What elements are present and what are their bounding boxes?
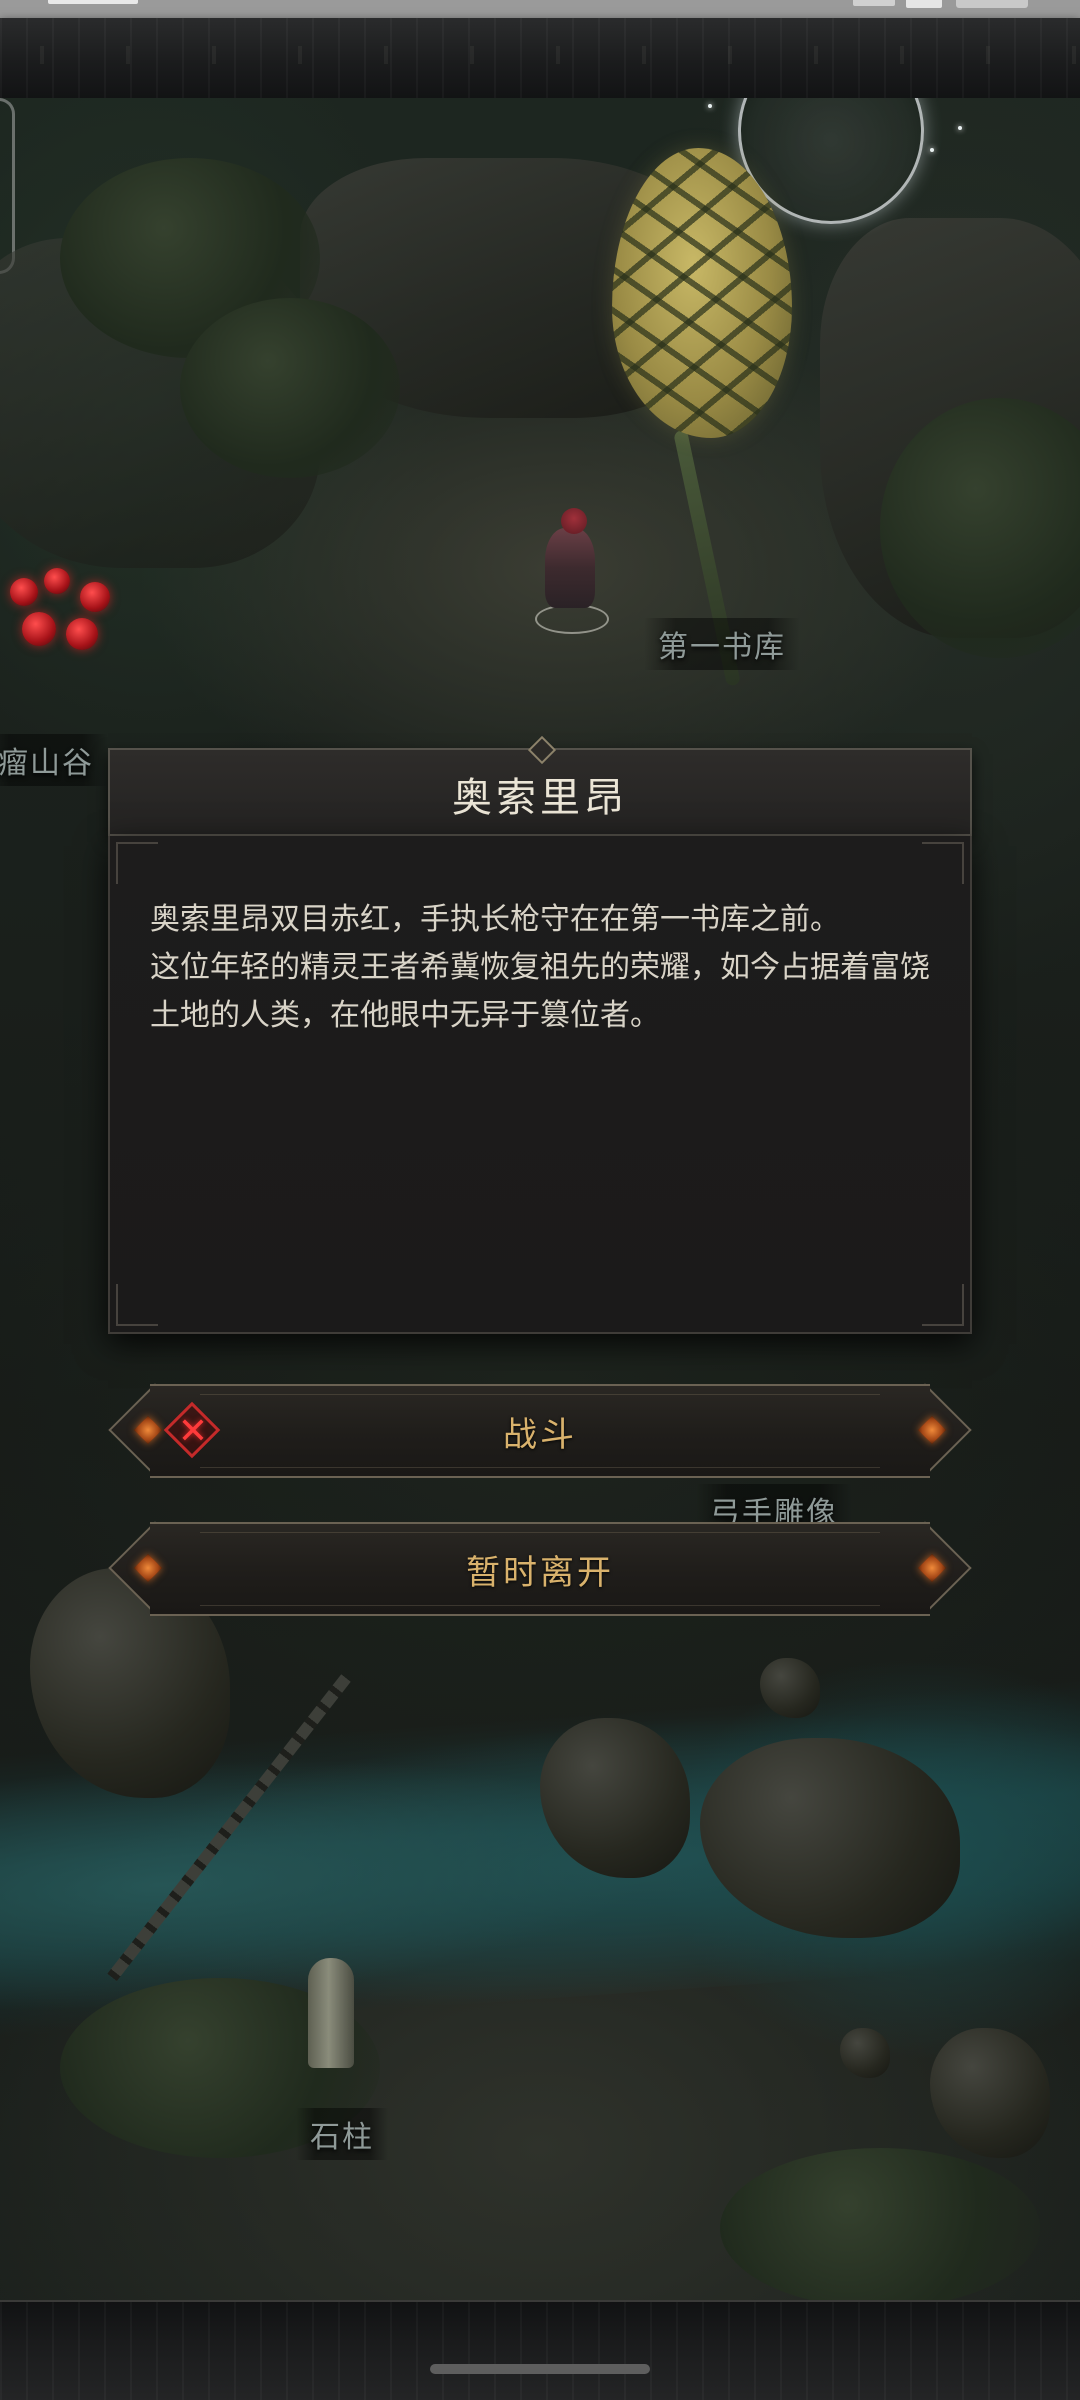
status-bar (0, 0, 1080, 18)
leave-button-label: 暂时离开 (466, 1552, 614, 1593)
stone-pillar[interactable] (308, 1958, 354, 2068)
character-body (545, 528, 595, 608)
fight-button-label: 战斗 (503, 1414, 577, 1455)
gesture-bar[interactable] (430, 2364, 650, 2374)
red-pod (66, 618, 98, 650)
corner-ornament (116, 842, 158, 884)
star (930, 148, 934, 152)
character-head (561, 508, 587, 534)
map-label-first-library[interactable]: 第一书库 (644, 618, 800, 670)
player-character[interactable] (535, 508, 609, 634)
dialog-body: 奥索里昂双目赤红，手执长枪守在在第一书库之前。 这位年轻的精灵王者希冀恢复祖先的… (108, 836, 972, 1334)
side-panel-tab[interactable] (0, 98, 15, 274)
red-pod-plant[interactable] (0, 568, 130, 688)
encounter-dialog: 奥索里昂 奥索里昂双目赤红，手执长枪守在在第一书库之前。 这位年轻的精灵王者希冀… (108, 735, 972, 1334)
bottom-ornate-frame (0, 2300, 1080, 2400)
top-ornate-frame (0, 18, 1080, 100)
corner-ornament (922, 1284, 964, 1326)
description-line: 这位年轻的精灵王者希冀恢复祖先的荣耀，如今占据着富饶土地的人类，在他眼中无异于篡… (150, 950, 930, 1033)
game-screen: 第一书库 瘤山谷 弓手雕像 石柱 奥索里昂 奥索里昂双目赤红，手执长枪守在在第一… (0, 0, 1080, 2400)
dialog-description: 奥索里昂双目赤红，手执长枪守在在第一书库之前。 这位年轻的精灵王者希冀恢复祖先的… (150, 896, 950, 1040)
star (958, 126, 962, 130)
red-pod (80, 582, 110, 612)
fight-button[interactable]: ✕ 战斗 (108, 1383, 972, 1478)
description-line: 奥索里昂双目赤红，手执长枪守在在第一书库之前。 (150, 902, 840, 937)
map-label-stone-pillar[interactable]: 石柱 (296, 2108, 388, 2160)
tree-canopy (180, 298, 400, 478)
red-pod (44, 568, 70, 594)
bush-cluster (720, 2148, 1040, 2300)
selection-ring (535, 604, 609, 634)
dialog-header: 奥索里昂 (108, 735, 972, 836)
status-time (48, 0, 138, 4)
battery-icon (956, 0, 1028, 8)
red-pod (10, 578, 38, 606)
network-speed-indicator (853, 0, 895, 6)
corner-ornament (116, 1284, 158, 1326)
star (708, 104, 712, 108)
corner-ornament (922, 842, 964, 884)
boulder (930, 2028, 1050, 2158)
leave-button[interactable]: 暂时离开 (108, 1521, 972, 1616)
signal-icon (906, 0, 942, 8)
dialog-title: 奥索里昂 (452, 775, 628, 821)
red-pod (22, 612, 56, 646)
map-label-valley[interactable]: 瘤山谷 (0, 734, 108, 786)
